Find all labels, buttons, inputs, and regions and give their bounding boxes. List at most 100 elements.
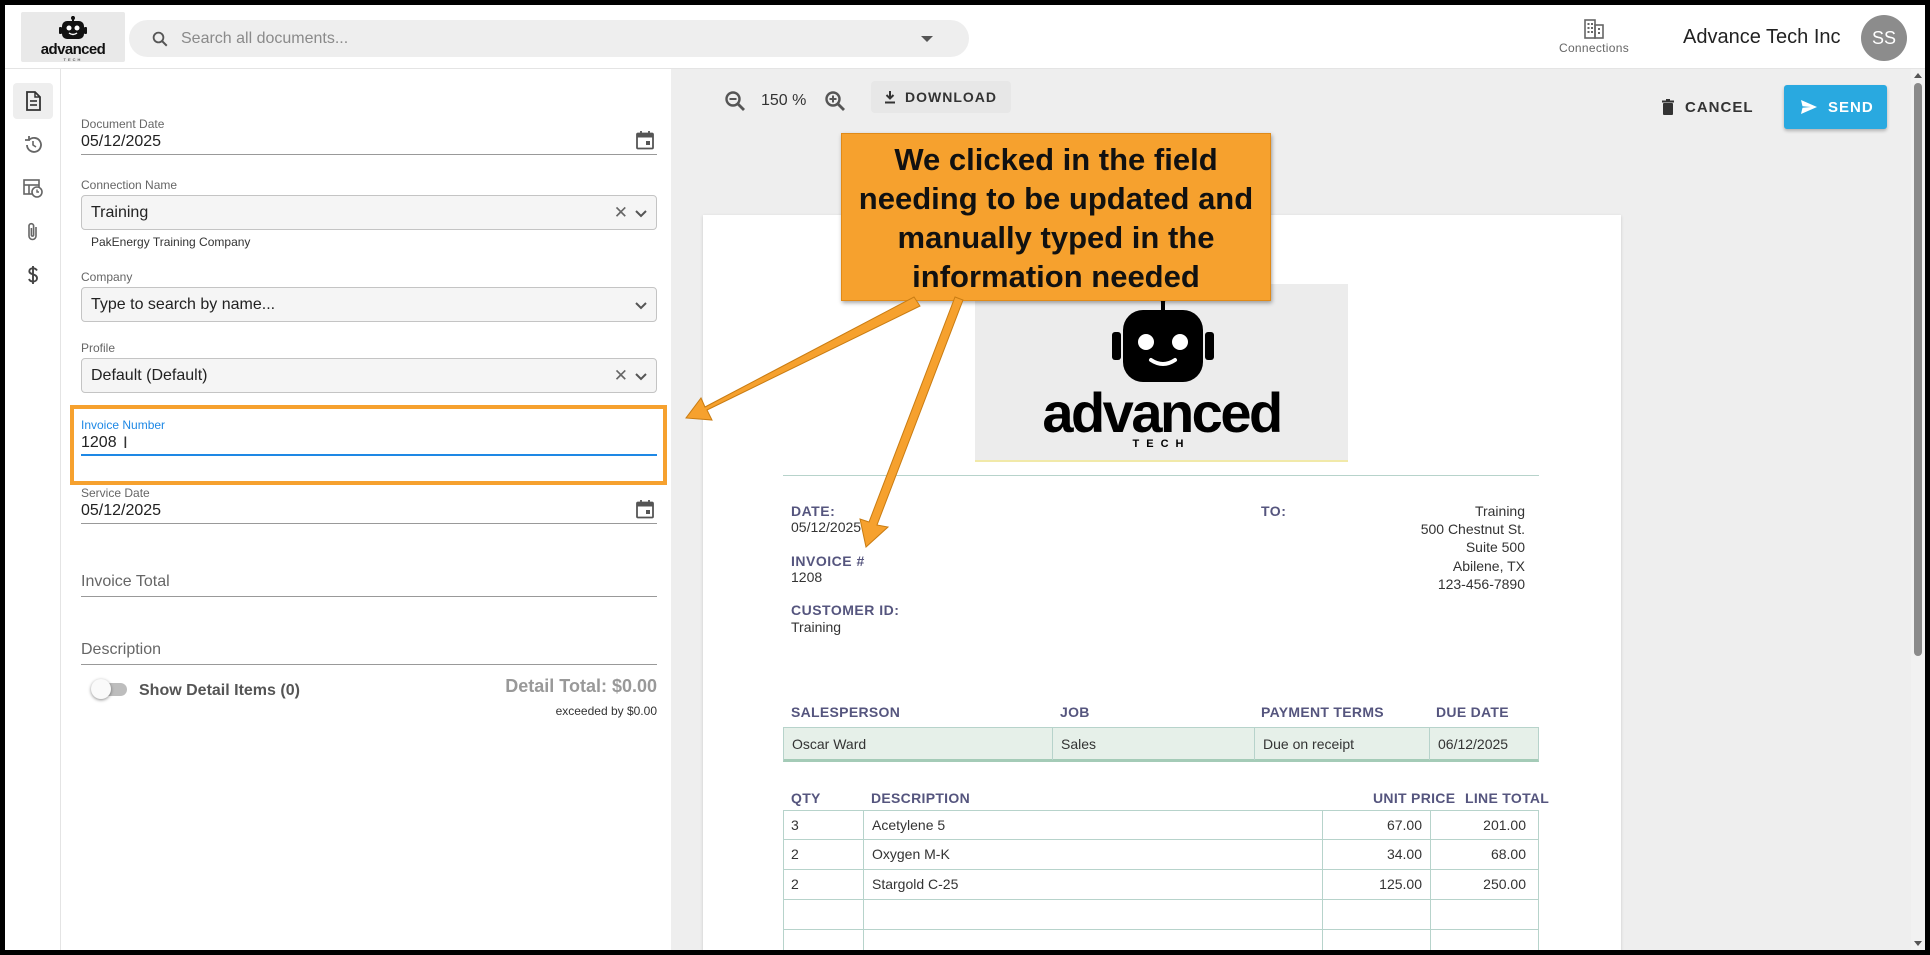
invoice-number-input[interactable]: 1208: [81, 434, 117, 451]
nav-document[interactable]: [13, 83, 53, 119]
company-placeholder: Type to search by name...: [91, 296, 276, 313]
scrollbar-thumb[interactable]: [1914, 83, 1922, 656]
callout-line: We clicked in the field: [894, 142, 1218, 177]
invoice-total-input[interactable]: Invoice Total: [81, 573, 170, 590]
description-header: DESCRIPTION: [871, 790, 970, 806]
callout-line: information needed: [912, 259, 1200, 294]
item-qty-cell: 3: [784, 811, 864, 840]
scroll-down-icon[interactable]: [1914, 941, 1922, 946]
payment-terms-header: PAYMENT TERMS: [1261, 704, 1384, 720]
invoice-page: advanced TECH DATE: 05/12/2025 INVOICE #…: [703, 215, 1621, 950]
profile-select[interactable]: Default (Default) ✕: [81, 358, 657, 393]
scroll-up-icon[interactable]: [1914, 73, 1922, 78]
item-description-cell: Oxygen M-K: [864, 840, 1323, 869]
zoom-in-icon[interactable]: [823, 89, 847, 113]
item-line-total-cell: [1431, 900, 1538, 929]
item-description-cell: Acetylene 5: [864, 811, 1323, 840]
profile-field[interactable]: Profile Default (Default) ✕: [81, 341, 657, 393]
invoice-number-field[interactable]: Invoice Number 1208 I: [81, 418, 657, 456]
nav-table-schedule[interactable]: [13, 170, 53, 206]
annotation-callout: We clicked in the field needing to be up…: [841, 133, 1271, 301]
download-icon: [885, 91, 895, 104]
zoom-level: 150 %: [761, 92, 807, 109]
send-icon: [1801, 100, 1817, 114]
search-icon: [152, 31, 168, 47]
connection-name-field[interactable]: Connection Name Training ✕ PakEnergy Tra…: [81, 178, 657, 249]
app-logo[interactable]: advanced TECH: [21, 12, 125, 62]
table-clock-icon: [23, 179, 43, 198]
table-row: 2 Oxygen M-K 34.00 68.00: [783, 840, 1539, 870]
send-label: SEND: [1828, 99, 1874, 116]
nav-billing[interactable]: [13, 257, 53, 293]
detail-total: Detail Total: $0.00: [505, 676, 657, 696]
company-name: Advance Tech Inc: [1683, 26, 1841, 48]
calendar-icon[interactable]: [635, 499, 655, 519]
due-date-cell: 06/12/2025: [1438, 736, 1509, 752]
to-line: Abilene, TX: [1452, 558, 1525, 574]
company-label: Company: [81, 270, 133, 284]
search-dropdown-icon[interactable]: [921, 36, 933, 42]
profile-label: Profile: [81, 341, 116, 355]
table-row: [783, 900, 1539, 930]
item-qty-cell: 2: [784, 840, 864, 869]
history-icon: [25, 136, 42, 153]
download-button[interactable]: DOWNLOAD: [871, 81, 1011, 113]
search-bar[interactable]: Search all documents...: [129, 20, 969, 57]
cancel-button[interactable]: CANCEL: [1661, 93, 1754, 123]
chevron-down-icon[interactable]: [634, 207, 648, 221]
connections-button[interactable]: Connections: [1551, 19, 1637, 63]
invoice-total-field[interactable]: Invoice Total: [81, 571, 657, 597]
nav-history[interactable]: [13, 127, 53, 163]
dollar-icon: [28, 266, 38, 284]
item-unit-price-cell: 125.00: [1323, 870, 1431, 899]
download-label: DOWNLOAD: [905, 89, 997, 105]
customer-id-value: Training: [791, 619, 842, 635]
profile-value: Default (Default): [91, 367, 208, 384]
nav-attachments[interactable]: [13, 214, 53, 250]
salesperson-row: Oscar Ward Sales Due on receipt 06/12/20…: [783, 727, 1539, 762]
due-date-header: DUE DATE: [1436, 704, 1509, 720]
robot-logo-icon: [59, 16, 87, 39]
avatar[interactable]: SS: [1861, 15, 1907, 61]
item-description-cell: [864, 900, 1323, 929]
salesperson-header: SALESPERSON: [791, 704, 901, 720]
invoice-logo: advanced TECH: [975, 284, 1348, 462]
item-description-cell: Stargold C-25: [864, 870, 1323, 899]
show-detail-label: Show Detail Items (0): [139, 682, 300, 699]
attachment-icon: [28, 222, 37, 241]
company-select[interactable]: Type to search by name...: [81, 287, 657, 322]
zoom-out-icon[interactable]: [723, 89, 747, 113]
text-cursor-icon: I: [123, 433, 128, 452]
search-input[interactable]: Search all documents...: [181, 30, 348, 48]
service-date-label: Service Date: [81, 486, 150, 500]
document-icon: [26, 91, 41, 111]
company-field[interactable]: Company Type to search by name...: [81, 270, 657, 322]
clear-icon[interactable]: ✕: [614, 366, 628, 386]
logo-text: advanced: [40, 41, 106, 58]
item-line-total-cell: 201.00: [1483, 817, 1526, 833]
chevron-down-icon[interactable]: [634, 299, 648, 313]
service-date-field[interactable]: Service Date 05/12/2025: [81, 486, 657, 524]
document-date-field[interactable]: Document Date 05/12/2025: [81, 117, 657, 155]
exceeded-text: exceeded by $0.00: [555, 704, 657, 718]
callout-line: needing to be updated and: [858, 181, 1254, 216]
description-field[interactable]: Description: [81, 639, 657, 665]
item-line-total-cell: 250.00: [1483, 876, 1526, 892]
clear-icon[interactable]: ✕: [614, 203, 628, 223]
send-button[interactable]: SEND: [1784, 85, 1887, 129]
connection-helper-text: PakEnergy Training Company: [91, 235, 251, 249]
item-qty-cell: [784, 900, 864, 929]
invoice-number-heading: INVOICE #: [791, 553, 865, 569]
show-detail-toggle[interactable]: [91, 679, 131, 699]
description-input[interactable]: Description: [81, 641, 161, 658]
chevron-down-icon[interactable]: [634, 370, 648, 384]
calendar-icon[interactable]: [635, 130, 655, 150]
to-line: 500 Chestnut St.: [1420, 521, 1525, 537]
item-description-cell: [864, 930, 1323, 950]
item-unit-price-cell: [1323, 930, 1431, 950]
connection-name-select[interactable]: Training ✕: [81, 195, 657, 230]
viewer-scrollbar[interactable]: [1911, 69, 1925, 950]
service-date-input[interactable]: 05/12/2025: [81, 502, 161, 519]
invoice-date: 05/12/2025: [791, 519, 862, 535]
document-date-input[interactable]: 05/12/2025: [81, 133, 161, 150]
